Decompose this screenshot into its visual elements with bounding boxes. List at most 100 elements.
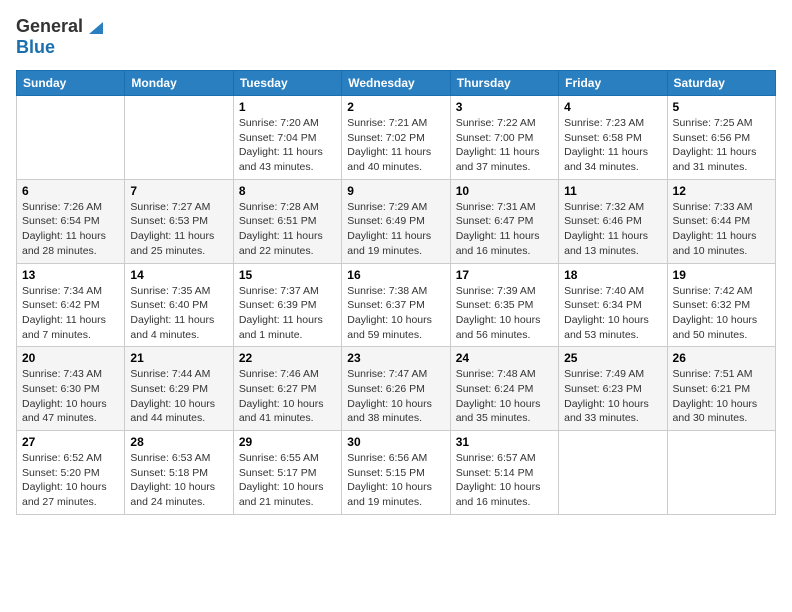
day-info: Sunrise: 7:33 AM Sunset: 6:44 PM Dayligh…: [673, 200, 770, 259]
calendar-cell: [559, 431, 667, 515]
calendar-header-saturday: Saturday: [667, 71, 775, 96]
calendar-cell: 20 Sunrise: 7:43 AM Sunset: 6:30 PM Dayli…: [17, 347, 125, 431]
calendar-cell: [17, 96, 125, 180]
day-info: Sunrise: 7:21 AM Sunset: 7:02 PM Dayligh…: [347, 116, 444, 175]
calendar-week-4: 20 Sunrise: 7:43 AM Sunset: 6:30 PM Dayli…: [17, 347, 776, 431]
calendar-cell: 7 Sunrise: 7:27 AM Sunset: 6:53 PM Daylig…: [125, 179, 233, 263]
calendar-cell: 1 Sunrise: 7:20 AM Sunset: 7:04 PM Daylig…: [233, 96, 341, 180]
day-info: Sunrise: 6:53 AM Sunset: 5:18 PM Dayligh…: [130, 451, 227, 510]
calendar-cell: 10Sunrise: 7:31 AM Sunset: 6:47 PM Dayli…: [450, 179, 558, 263]
calendar-cell: 19Sunrise: 7:42 AM Sunset: 6:32 PM Dayli…: [667, 263, 775, 347]
calendar-header-friday: Friday: [559, 71, 667, 96]
calendar-week-2: 6 Sunrise: 7:26 AM Sunset: 6:54 PM Daylig…: [17, 179, 776, 263]
day-number: 20: [22, 351, 119, 365]
calendar-week-3: 13Sunrise: 7:34 AM Sunset: 6:42 PM Dayli…: [17, 263, 776, 347]
calendar-cell: 4 Sunrise: 7:23 AM Sunset: 6:58 PM Daylig…: [559, 96, 667, 180]
day-info: Sunrise: 7:26 AM Sunset: 6:54 PM Dayligh…: [22, 200, 119, 259]
calendar-cell: 21 Sunrise: 7:44 AM Sunset: 6:29 PM Dayli…: [125, 347, 233, 431]
day-info: Sunrise: 7:22 AM Sunset: 7:00 PM Dayligh…: [456, 116, 553, 175]
day-number: 21: [130, 351, 227, 365]
calendar-cell: 14 Sunrise: 7:35 AM Sunset: 6:40 PM Dayli…: [125, 263, 233, 347]
calendar-cell: 31 Sunrise: 6:57 AM Sunset: 5:14 PM Dayli…: [450, 431, 558, 515]
day-number: 30: [347, 435, 444, 449]
day-info: Sunrise: 7:23 AM Sunset: 6:58 PM Dayligh…: [564, 116, 661, 175]
day-number: 23: [347, 351, 444, 365]
calendar-cell: [125, 96, 233, 180]
calendar-cell: 17 Sunrise: 7:39 AM Sunset: 6:35 PM Dayli…: [450, 263, 558, 347]
day-number: 24: [456, 351, 553, 365]
calendar-cell: 29 Sunrise: 6:55 AM Sunset: 5:17 PM Dayli…: [233, 431, 341, 515]
calendar-cell: 5 Sunrise: 7:25 AM Sunset: 6:56 PM Daylig…: [667, 96, 775, 180]
day-number: 1: [239, 100, 336, 114]
day-number: 6: [22, 184, 119, 198]
calendar-cell: 24 Sunrise: 7:48 AM Sunset: 6:24 PM Dayli…: [450, 347, 558, 431]
day-info: Sunrise: 7:43 AM Sunset: 6:30 PM Dayligh…: [22, 367, 119, 426]
day-info: Sunrise: 7:31 AM Sunset: 6:47 PM Dayligh…: [456, 200, 553, 259]
day-number: 25: [564, 351, 661, 365]
day-info: Sunrise: 7:46 AM Sunset: 6:27 PM Dayligh…: [239, 367, 336, 426]
calendar-header-sunday: Sunday: [17, 71, 125, 96]
day-info: Sunrise: 6:52 AM Sunset: 5:20 PM Dayligh…: [22, 451, 119, 510]
day-number: 7: [130, 184, 227, 198]
day-info: Sunrise: 7:44 AM Sunset: 6:29 PM Dayligh…: [130, 367, 227, 426]
calendar-cell: 22 Sunrise: 7:46 AM Sunset: 6:27 PM Dayli…: [233, 347, 341, 431]
calendar-cell: 2 Sunrise: 7:21 AM Sunset: 7:02 PM Daylig…: [342, 96, 450, 180]
calendar-cell: 15 Sunrise: 7:37 AM Sunset: 6:39 PM Dayli…: [233, 263, 341, 347]
logo-blue: Blue: [16, 37, 55, 57]
day-number: 15: [239, 268, 336, 282]
day-info: Sunrise: 7:38 AM Sunset: 6:37 PM Dayligh…: [347, 284, 444, 343]
day-number: 2: [347, 100, 444, 114]
day-info: Sunrise: 7:49 AM Sunset: 6:23 PM Dayligh…: [564, 367, 661, 426]
day-number: 11: [564, 184, 661, 198]
day-info: Sunrise: 7:27 AM Sunset: 6:53 PM Dayligh…: [130, 200, 227, 259]
day-number: 28: [130, 435, 227, 449]
day-info: Sunrise: 7:20 AM Sunset: 7:04 PM Dayligh…: [239, 116, 336, 175]
day-number: 5: [673, 100, 770, 114]
calendar-week-1: 1 Sunrise: 7:20 AM Sunset: 7:04 PM Daylig…: [17, 96, 776, 180]
calendar-week-5: 27Sunrise: 6:52 AM Sunset: 5:20 PM Dayli…: [17, 431, 776, 515]
day-number: 16: [347, 268, 444, 282]
calendar-body: 1 Sunrise: 7:20 AM Sunset: 7:04 PM Daylig…: [17, 96, 776, 515]
calendar-header-wednesday: Wednesday: [342, 71, 450, 96]
day-number: 31: [456, 435, 553, 449]
calendar-cell: 9Sunrise: 7:29 AM Sunset: 6:49 PM Daylig…: [342, 179, 450, 263]
calendar-header-monday: Monday: [125, 71, 233, 96]
day-info: Sunrise: 6:55 AM Sunset: 5:17 PM Dayligh…: [239, 451, 336, 510]
day-number: 18: [564, 268, 661, 282]
calendar-cell: 28 Sunrise: 6:53 AM Sunset: 5:18 PM Dayli…: [125, 431, 233, 515]
calendar-cell: 18Sunrise: 7:40 AM Sunset: 6:34 PM Dayli…: [559, 263, 667, 347]
day-info: Sunrise: 7:39 AM Sunset: 6:35 PM Dayligh…: [456, 284, 553, 343]
calendar-cell: 8 Sunrise: 7:28 AM Sunset: 6:51 PM Daylig…: [233, 179, 341, 263]
calendar-cell: 26Sunrise: 7:51 AM Sunset: 6:21 PM Dayli…: [667, 347, 775, 431]
day-number: 8: [239, 184, 336, 198]
day-number: 13: [22, 268, 119, 282]
day-number: 22: [239, 351, 336, 365]
day-info: Sunrise: 7:48 AM Sunset: 6:24 PM Dayligh…: [456, 367, 553, 426]
day-info: Sunrise: 7:25 AM Sunset: 6:56 PM Dayligh…: [673, 116, 770, 175]
calendar-cell: 12 Sunrise: 7:33 AM Sunset: 6:44 PM Dayli…: [667, 179, 775, 263]
calendar-header-tuesday: Tuesday: [233, 71, 341, 96]
day-info: Sunrise: 7:28 AM Sunset: 6:51 PM Dayligh…: [239, 200, 336, 259]
page-header: General Blue: [16, 16, 776, 58]
day-info: Sunrise: 7:35 AM Sunset: 6:40 PM Dayligh…: [130, 284, 227, 343]
day-number: 4: [564, 100, 661, 114]
calendar-header-thursday: Thursday: [450, 71, 558, 96]
day-info: Sunrise: 7:37 AM Sunset: 6:39 PM Dayligh…: [239, 284, 336, 343]
calendar-table: SundayMondayTuesdayWednesdayThursdayFrid…: [16, 70, 776, 515]
calendar-cell: 13Sunrise: 7:34 AM Sunset: 6:42 PM Dayli…: [17, 263, 125, 347]
logo-general: General: [16, 17, 83, 37]
day-info: Sunrise: 7:32 AM Sunset: 6:46 PM Dayligh…: [564, 200, 661, 259]
day-number: 17: [456, 268, 553, 282]
day-info: Sunrise: 6:57 AM Sunset: 5:14 PM Dayligh…: [456, 451, 553, 510]
day-number: 29: [239, 435, 336, 449]
calendar-cell: 23 Sunrise: 7:47 AM Sunset: 6:26 PM Dayli…: [342, 347, 450, 431]
day-info: Sunrise: 6:56 AM Sunset: 5:15 PM Dayligh…: [347, 451, 444, 510]
logo: General Blue: [16, 16, 107, 58]
day-info: Sunrise: 7:47 AM Sunset: 6:26 PM Dayligh…: [347, 367, 444, 426]
day-number: 14: [130, 268, 227, 282]
calendar-cell: [667, 431, 775, 515]
calendar-header-row: SundayMondayTuesdayWednesdayThursdayFrid…: [17, 71, 776, 96]
day-number: 12: [673, 184, 770, 198]
day-info: Sunrise: 7:29 AM Sunset: 6:49 PM Dayligh…: [347, 200, 444, 259]
day-info: Sunrise: 7:42 AM Sunset: 6:32 PM Dayligh…: [673, 284, 770, 343]
